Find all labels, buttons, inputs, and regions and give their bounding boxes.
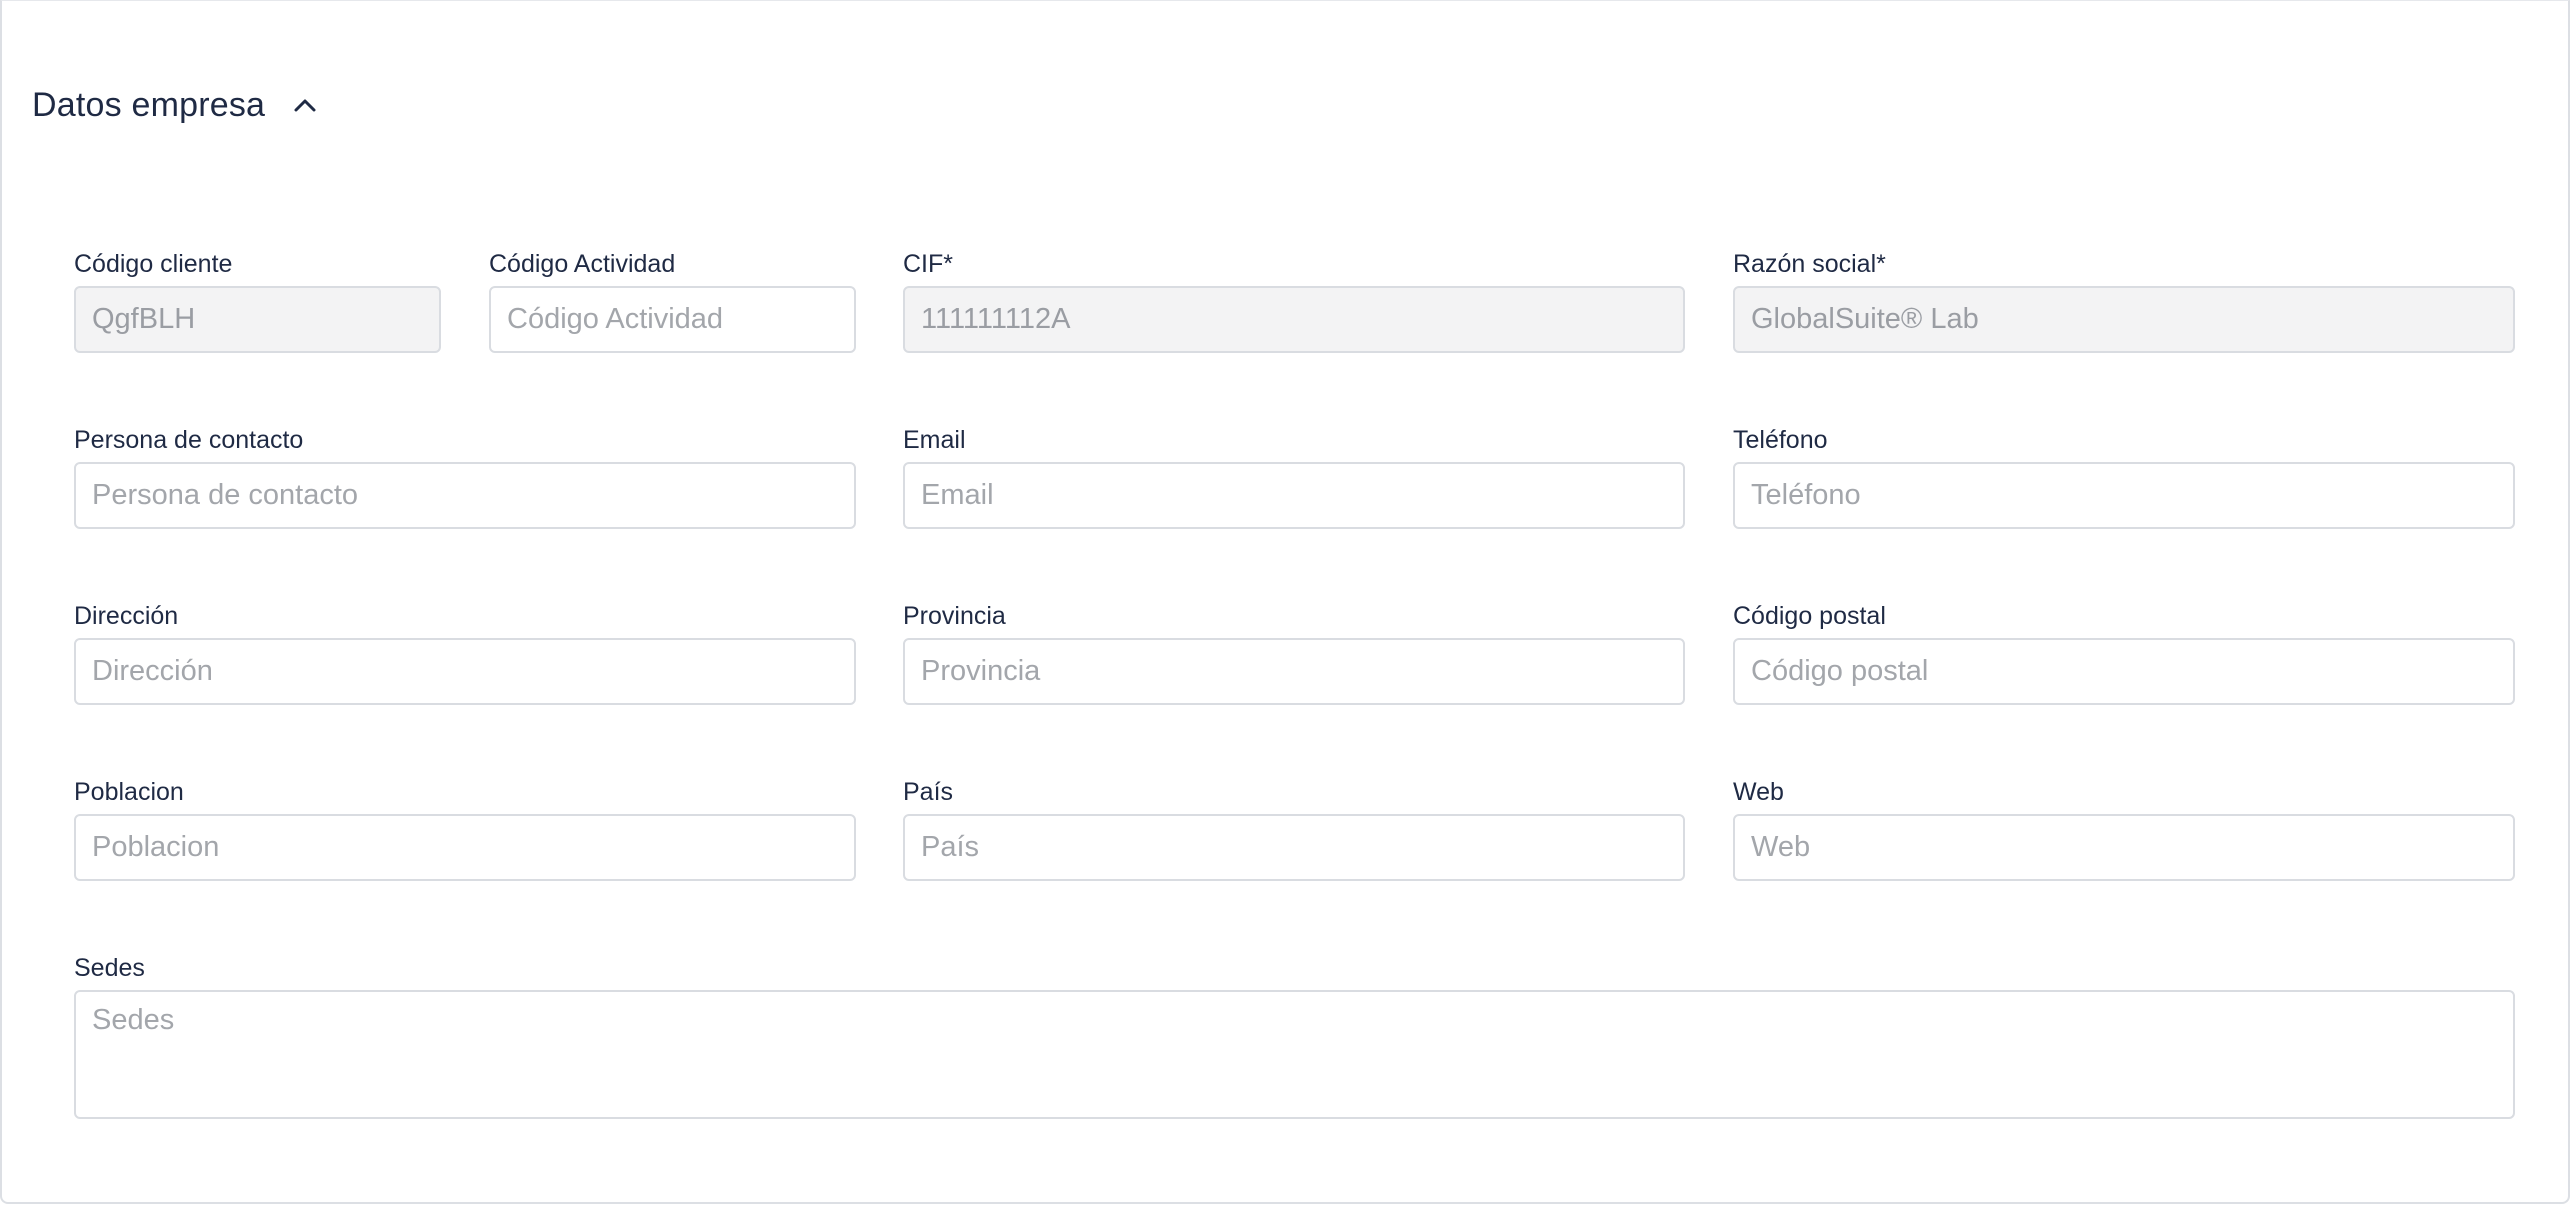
cif-input[interactable] xyxy=(903,286,1685,353)
chevron-up-icon[interactable] xyxy=(291,91,319,119)
razon-social-label: Razón social* xyxy=(1733,250,1886,278)
web-input[interactable] xyxy=(1733,814,2515,881)
field-pais: País xyxy=(903,777,1685,881)
codigo-actividad-label: Código Actividad xyxy=(489,250,676,278)
provincia-input[interactable] xyxy=(903,638,1685,705)
razon-social-input[interactable] xyxy=(1733,286,2515,353)
email-input[interactable] xyxy=(903,462,1685,529)
sedes-textarea[interactable] xyxy=(74,990,2515,1119)
telefono-input[interactable] xyxy=(1733,462,2515,529)
sedes-label: Sedes xyxy=(74,954,145,982)
codigo-cliente-label: Código cliente xyxy=(74,250,233,278)
field-telefono: Teléfono xyxy=(1733,425,2515,529)
section-title: Datos empresa xyxy=(32,85,266,124)
field-cif: CIF* xyxy=(903,249,1685,353)
field-razon-social: Razón social* xyxy=(1733,249,2515,353)
section-header-toggle[interactable]: Datos empresa xyxy=(32,77,319,133)
field-email: Email xyxy=(903,425,1685,529)
field-codigo-postal: Código postal xyxy=(1733,601,2515,705)
field-provincia: Provincia xyxy=(903,601,1685,705)
field-codigo-actividad: Código Actividad xyxy=(489,249,856,353)
field-codigo-cliente: Código cliente xyxy=(74,249,441,353)
codigo-cliente-input[interactable] xyxy=(74,286,441,353)
field-direccion: Dirección xyxy=(74,601,856,705)
field-web: Web xyxy=(1733,777,2515,881)
web-label: Web xyxy=(1733,778,1784,806)
pais-label: País xyxy=(903,778,954,806)
direccion-input[interactable] xyxy=(74,638,856,705)
company-data-card: Datos empresa Código cliente Código Acti… xyxy=(0,0,2570,1204)
direccion-label: Dirección xyxy=(74,602,179,630)
codigo-actividad-input[interactable] xyxy=(489,286,856,353)
provincia-label: Provincia xyxy=(903,602,1006,630)
field-poblacion: Poblacion xyxy=(74,777,856,881)
field-persona-contacto: Persona de contacto xyxy=(74,425,856,529)
field-sedes: Sedes xyxy=(74,953,2515,1119)
codigo-postal-label: Código postal xyxy=(1733,602,1886,630)
persona-contacto-label: Persona de contacto xyxy=(74,426,304,454)
poblacion-label: Poblacion xyxy=(74,778,184,806)
poblacion-input[interactable] xyxy=(74,814,856,881)
telefono-label: Teléfono xyxy=(1733,426,1828,454)
email-label: Email xyxy=(903,426,966,454)
cif-label: CIF* xyxy=(903,250,953,278)
persona-contacto-input[interactable] xyxy=(74,462,856,529)
codigo-postal-input[interactable] xyxy=(1733,638,2515,705)
pais-input[interactable] xyxy=(903,814,1685,881)
